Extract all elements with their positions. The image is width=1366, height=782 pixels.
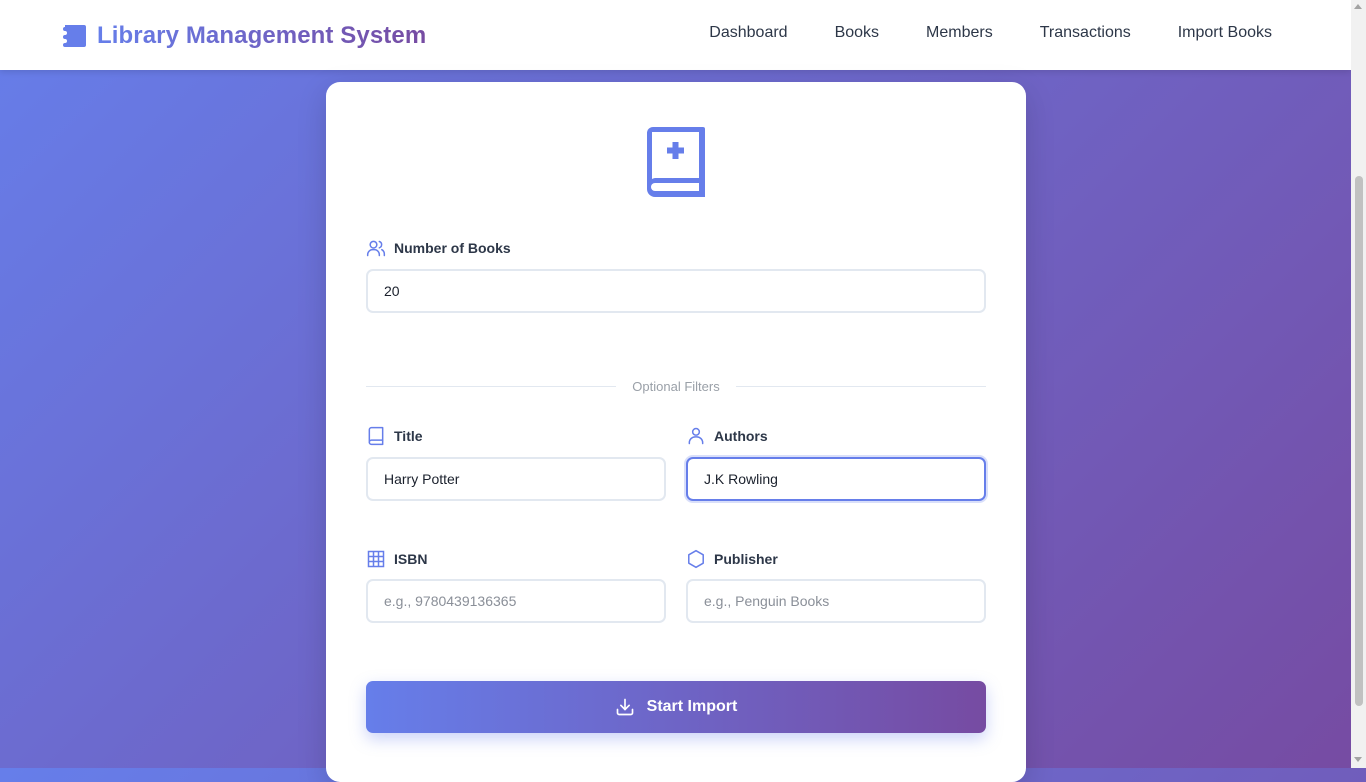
user-icon — [686, 426, 706, 446]
optional-filters-divider: Optional Filters — [366, 376, 987, 396]
import-form-card: Number of Books Optional Filters Title A… — [326, 82, 1026, 782]
isbn-label: ISBN — [366, 549, 427, 569]
nav-import-books[interactable]: Import Books — [1178, 24, 1272, 42]
number-of-books-label: Number of Books — [366, 238, 511, 258]
divider-line-left — [366, 385, 617, 387]
nav-members[interactable]: Members — [926, 24, 993, 42]
title-input[interactable] — [366, 457, 666, 501]
brand-link[interactable]: Library Management System — [62, 21, 426, 51]
download-icon — [615, 697, 635, 717]
isbn-input[interactable] — [366, 579, 666, 623]
isbn-label-text: ISBN — [394, 551, 428, 567]
top-navbar: Library Management System Dashboard Book… — [0, 0, 1351, 70]
scroll-down-arrow[interactable] — [1354, 757, 1362, 762]
publisher-label: Publisher — [686, 549, 778, 569]
nav-links: Dashboard Books Members Transactions Imp… — [709, 24, 1272, 42]
users-icon — [366, 238, 386, 258]
number-of-books-input[interactable] — [366, 269, 986, 313]
scrollbar-thumb[interactable] — [1355, 176, 1363, 706]
brand-title: Library Management System — [97, 22, 427, 49]
divider-text: Optional Filters — [632, 378, 720, 394]
number-of-books-label-text: Number of Books — [394, 240, 511, 256]
hexagon-icon — [686, 549, 706, 569]
book-plus-icon — [645, 125, 707, 199]
grid-icon — [366, 549, 386, 569]
scroll-up-arrow[interactable] — [1354, 4, 1362, 9]
authors-label-text: Authors — [714, 428, 768, 444]
book-outline-icon — [366, 426, 386, 446]
start-import-button[interactable]: Start Import — [366, 681, 986, 733]
authors-input[interactable] — [686, 457, 986, 501]
publisher-label-text: Publisher — [714, 551, 778, 567]
book-icon — [62, 23, 88, 49]
publisher-input[interactable] — [686, 579, 986, 623]
nav-books[interactable]: Books — [835, 24, 879, 42]
title-label: Title — [366, 426, 423, 446]
title-label-text: Title — [394, 428, 423, 444]
vertical-scrollbar[interactable] — [1351, 0, 1366, 768]
nav-dashboard[interactable]: Dashboard — [709, 24, 787, 42]
nav-transactions[interactable]: Transactions — [1040, 24, 1131, 42]
divider-line-right — [735, 385, 987, 387]
authors-label: Authors — [686, 426, 768, 446]
start-import-label: Start Import — [646, 698, 738, 715]
